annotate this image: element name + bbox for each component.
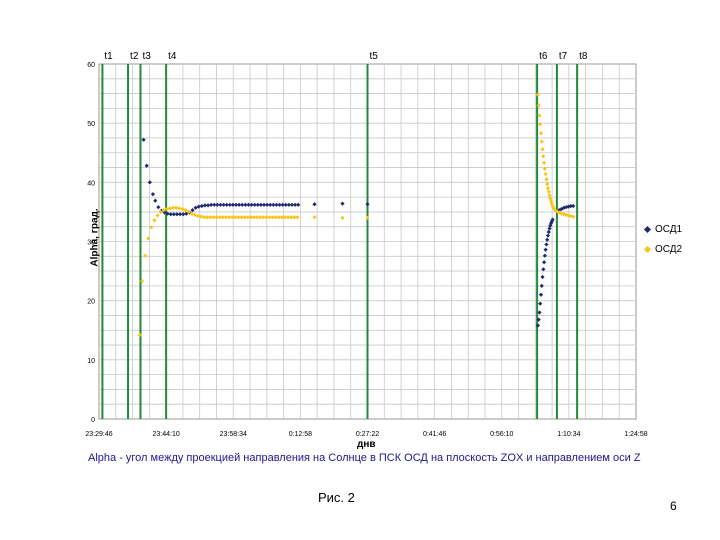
chart-caption: Alpha - угол между проекцией направления… xyxy=(88,452,641,464)
x-tick-label: 1:24:58 xyxy=(624,431,647,438)
x-tick-label: 1:10:34 xyxy=(557,431,580,438)
x-tick-label: 0:12:58 xyxy=(289,431,312,438)
marker-label-t5: t5 xyxy=(370,51,379,62)
marker-label-t2: t2 xyxy=(130,51,139,62)
marker-label-t8: t8 xyxy=(579,51,588,62)
y-tick-label: 0 xyxy=(91,417,95,424)
marker-label-t7: t7 xyxy=(559,51,568,62)
x-axis-label: днв xyxy=(357,439,376,450)
marker-label-t1: t1 xyxy=(104,51,113,62)
y-tick-label: 60 xyxy=(87,62,95,69)
y-tick-label: 20 xyxy=(87,299,95,306)
y-tick-label: 40 xyxy=(87,180,95,187)
legend-label-osd1: ОСД1 xyxy=(655,224,683,235)
legend-item-osd1: ОСД1 xyxy=(643,224,683,235)
x-tick-label: 0:41:46 xyxy=(423,431,446,438)
page-number: 6 xyxy=(670,499,677,513)
x-tick-label: 0:56:10 xyxy=(490,431,513,438)
legend-item-osd2: ОСД2 xyxy=(643,244,683,255)
y-tick-label: 10 xyxy=(87,358,95,365)
marker-label-t6: t6 xyxy=(539,51,548,62)
legend-swatch-osd1 xyxy=(643,225,652,234)
figure-label: Рис. 2 xyxy=(318,490,355,505)
x-tick-label: 23:29:46 xyxy=(85,431,112,438)
y-tick-label: 50 xyxy=(87,121,95,128)
marker-label-t3: t3 xyxy=(142,51,151,62)
legend-swatch-osd2 xyxy=(643,245,652,254)
legend-label-osd2: ОСД2 xyxy=(655,244,683,255)
x-tick-label: 23:58:34 xyxy=(220,431,247,438)
x-tick-label: 0:27:22 xyxy=(356,431,379,438)
x-tick-label: 23:44:10 xyxy=(153,431,180,438)
y-axis-label: Alpha, град. xyxy=(89,208,101,267)
marker-label-t4: t4 xyxy=(168,51,177,62)
